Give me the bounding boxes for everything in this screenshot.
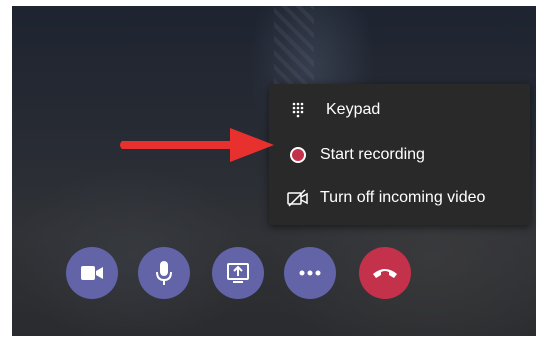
- menu-item-label: Keypad: [326, 101, 381, 118]
- menu-item-turn-off-incoming-video[interactable]: Turn off incoming video: [269, 177, 530, 219]
- hang-up-icon: [373, 269, 397, 278]
- microphone-button[interactable]: [138, 247, 190, 299]
- video-camera-icon: [81, 266, 103, 280]
- more-options-button[interactable]: [284, 247, 336, 299]
- menu-item-label: Start recording: [320, 146, 425, 163]
- arrow-icon: [120, 128, 274, 162]
- microphone-icon: [156, 261, 172, 285]
- menu-item-keypad[interactable]: Keypad: [269, 89, 530, 131]
- more-options-icon: [299, 270, 321, 276]
- video-off-icon: [286, 188, 310, 208]
- more-options-menu: Keypad Start recording Turn off incoming…: [269, 84, 530, 225]
- keypad-icon: [286, 100, 310, 120]
- share-screen-button[interactable]: [212, 247, 264, 299]
- menu-item-start-recording[interactable]: Start recording: [269, 134, 530, 176]
- record-icon: [286, 145, 310, 165]
- hang-up-button[interactable]: [359, 247, 411, 299]
- video-toggle-button[interactable]: [66, 247, 118, 299]
- menu-item-label: Turn off incoming video: [320, 189, 486, 206]
- share-screen-icon: [227, 263, 249, 283]
